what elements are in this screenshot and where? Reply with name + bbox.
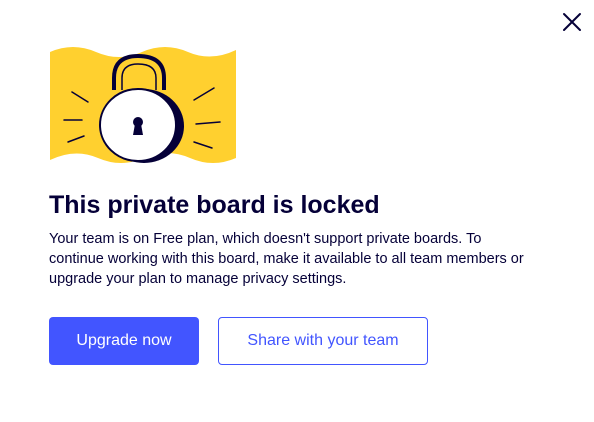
close-icon <box>563 13 581 31</box>
upgrade-now-button[interactable]: Upgrade now <box>49 317 199 365</box>
dialog-description: Your team is on Free plan, which doesn't… <box>49 231 524 287</box>
close-button[interactable] <box>558 8 586 36</box>
locked-board-dialog: This private board is locked Your team i… <box>0 0 594 422</box>
share-with-team-button[interactable]: Share with your team <box>218 317 428 365</box>
dialog-title: This private board is locked <box>49 191 380 219</box>
padlock-illustration <box>50 47 236 163</box>
